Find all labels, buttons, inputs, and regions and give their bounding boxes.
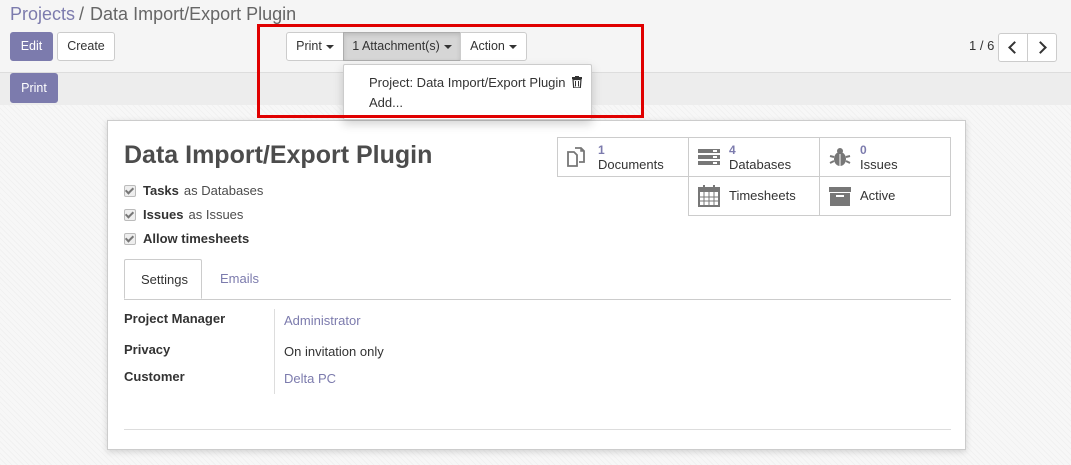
- tasks-checkbox-row: Tasks as Databases: [124, 183, 263, 198]
- issues-count: 0: [860, 143, 867, 157]
- documents-smart-button[interactable]: 1 Documents: [557, 137, 689, 177]
- pager-previous-button[interactable]: [998, 33, 1028, 62]
- databases-icon: [698, 149, 720, 165]
- tasks-label: Tasks: [143, 183, 179, 198]
- breadcrumb-current: Data Import/Export Plugin: [90, 4, 297, 24]
- privacy-label: Privacy: [124, 342, 171, 357]
- control-panel: Projects / Data Import/Export Plugin Edit …: [0, 0, 1071, 72]
- record-title: Data Import/Export Plugin: [124, 141, 433, 169]
- breadcrumb: Projects / Data Import/Export Plugin: [10, 4, 296, 25]
- statusbar-print-button[interactable]: Print: [10, 73, 58, 103]
- form-sheet: Data Import/Export Plugin Tasks as Datab…: [107, 120, 966, 450]
- chevron-left-icon: [1008, 41, 1021, 54]
- notebook-tabs: Settings Emails: [124, 259, 951, 300]
- attachment-item[interactable]: Project: Data Import/Export Plugin: [369, 75, 583, 90]
- attachments-dropdown-button[interactable]: 1 Attachment(s): [343, 32, 461, 61]
- issues-checkbox: [124, 208, 136, 221]
- action-dropdown-label: Action: [470, 39, 505, 53]
- tasks-checkbox: [124, 184, 136, 197]
- add-attachment-item[interactable]: Add...: [369, 95, 403, 110]
- pager-value: 1 / 6: [969, 38, 995, 53]
- active-toggle-button[interactable]: Active: [819, 176, 951, 216]
- tab-emails[interactable]: Emails: [204, 259, 275, 299]
- customer-label: Customer: [124, 369, 185, 384]
- databases-label: Databases: [729, 157, 792, 172]
- tasks-suffix: as Databases: [183, 183, 264, 198]
- timesheets-checkbox: [124, 232, 136, 245]
- attachment-item-label: Project: Data Import/Export Plugin: [369, 75, 566, 90]
- databases-smart-button[interactable]: 4 Databases: [688, 137, 820, 177]
- print-dropdown-label: Print: [296, 39, 322, 53]
- timesheets-checkbox-row: Allow timesheets: [124, 231, 254, 246]
- calendar-icon: [698, 185, 720, 207]
- breadcrumb-projects-link[interactable]: Projects: [10, 4, 75, 24]
- caret-down-icon: [508, 44, 517, 49]
- create-button[interactable]: Create: [57, 32, 115, 61]
- issues-label: Issues: [860, 157, 898, 172]
- attachments-dropdown-label: 1 Attachment(s): [352, 39, 440, 53]
- issues-checkbox-row: Issues as Issues: [124, 207, 243, 222]
- documents-icon: [567, 147, 585, 167]
- field-divider: [274, 309, 275, 394]
- customer-value[interactable]: Delta PC: [284, 371, 336, 386]
- attachments-dropdown-menu: Project: Data Import/Export Plugin Add..…: [343, 64, 592, 120]
- trash-icon[interactable]: [572, 76, 583, 89]
- timesheets-smart-button[interactable]: Timesheets: [688, 176, 820, 216]
- breadcrumb-separator: /: [79, 4, 85, 24]
- issues-label: Issues: [143, 207, 184, 222]
- project-manager-value[interactable]: Administrator: [284, 313, 361, 328]
- chevron-right-icon: [1034, 41, 1047, 54]
- timesheets-button-label: Timesheets: [729, 188, 796, 203]
- caret-down-icon: [325, 44, 334, 49]
- active-label: Active: [860, 188, 896, 203]
- privacy-value: On invitation only: [284, 344, 384, 359]
- chatter-separator: [124, 429, 951, 430]
- caret-down-icon: [443, 44, 452, 49]
- documents-count: 1: [598, 143, 605, 157]
- action-dropdown-button[interactable]: Action: [460, 32, 527, 61]
- databases-count: 4: [729, 143, 736, 157]
- issues-suffix: as Issues: [188, 207, 244, 222]
- project-manager-label: Project Manager: [124, 311, 226, 326]
- edit-button[interactable]: Edit: [10, 32, 53, 61]
- issues-smart-button[interactable]: 0 Issues: [819, 137, 951, 177]
- tab-settings[interactable]: Settings: [124, 259, 202, 299]
- timesheets-label: Allow timesheets: [143, 231, 250, 246]
- documents-label: Documents: [598, 157, 664, 172]
- print-dropdown-button[interactable]: Print: [286, 32, 344, 61]
- pager-next-button[interactable]: [1027, 33, 1057, 62]
- bug-icon: [829, 148, 851, 166]
- archive-icon: [829, 187, 851, 206]
